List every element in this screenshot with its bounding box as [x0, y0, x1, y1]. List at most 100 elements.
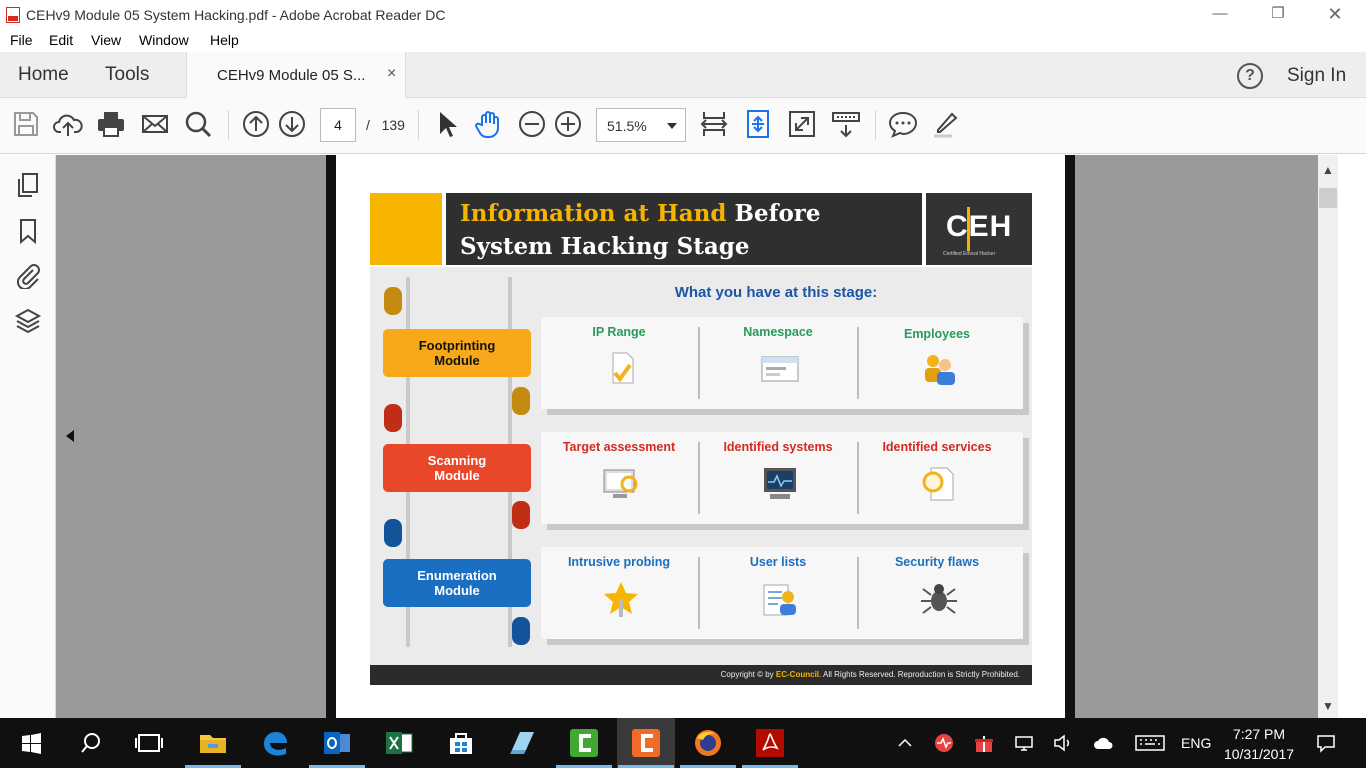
- app-icon[interactable]: [506, 726, 540, 760]
- module-footprinting: Footprinting Module: [383, 329, 531, 377]
- info-cell: IP Range: [541, 317, 697, 409]
- pdf-page: Information at Hand Before System Hackin…: [326, 155, 1075, 718]
- vertical-scrollbar[interactable]: ▲ ▼: [1318, 155, 1366, 718]
- language-indicator[interactable]: ENG: [1181, 735, 1211, 751]
- employees-icon: [919, 349, 959, 389]
- zoom-out-icon[interactable]: [516, 108, 548, 140]
- previous-page-icon[interactable]: [240, 108, 272, 140]
- restore-button[interactable]: ❐: [1255, 0, 1301, 30]
- bookmarks-icon[interactable]: [14, 217, 42, 245]
- camtasia-orange-icon[interactable]: [629, 726, 663, 760]
- comment-icon[interactable]: [887, 108, 919, 140]
- header-yellow-block: [370, 193, 442, 265]
- windows-taskbar: ENG 7:27 PM 10/31/2017: [0, 718, 1366, 768]
- page-number-input[interactable]: 4: [320, 108, 356, 142]
- task-view-icon[interactable]: [132, 726, 166, 760]
- sign-in-link[interactable]: Sign In: [1287, 65, 1346, 87]
- clock-date: 10/31/2017: [1223, 746, 1295, 762]
- store-icon[interactable]: [444, 726, 478, 760]
- heartbeat-app-icon[interactable]: [933, 732, 955, 754]
- scroll-mode-icon[interactable]: [742, 108, 774, 140]
- collapse-left-panel-icon[interactable]: [66, 430, 74, 442]
- edge-browser-icon[interactable]: [258, 726, 292, 760]
- save-icon[interactable]: [10, 108, 42, 140]
- page-fit-icon[interactable]: [698, 108, 730, 140]
- acrobat-reader-icon[interactable]: [753, 726, 787, 760]
- tab-home[interactable]: Home: [18, 64, 69, 86]
- file-explorer-icon[interactable]: [196, 726, 230, 760]
- print-icon[interactable]: [95, 108, 127, 140]
- info-cell: Identified systems: [700, 432, 856, 524]
- menu-view[interactable]: View: [91, 32, 121, 48]
- menu-file[interactable]: File: [10, 32, 33, 48]
- info-cell: User lists: [700, 547, 856, 639]
- keyboard-icon[interactable]: [1135, 732, 1165, 754]
- window-title: CEHv9 Module 05 System Hacking.pdf - Ado…: [26, 7, 446, 23]
- select-cursor-icon[interactable]: [430, 108, 462, 140]
- zoom-dropdown[interactable]: 51.5%: [596, 108, 686, 142]
- pdf-file-icon: [6, 7, 20, 23]
- page-total: / 139: [366, 117, 405, 133]
- slide-header: Information at Hand Before System Hackin…: [370, 189, 1032, 267]
- close-tab-icon[interactable]: ×: [387, 65, 396, 83]
- menu-help[interactable]: Help: [210, 32, 239, 48]
- zoom-value: 51.5%: [607, 118, 647, 134]
- info-cell: Target assessment: [541, 432, 697, 524]
- tab-bar: Home Tools CEHv9 Module 05 S... ×: [0, 52, 1366, 98]
- tab-tools[interactable]: Tools: [105, 64, 149, 86]
- slide-title-line1: Information at Hand Before: [460, 200, 821, 227]
- clock[interactable]: 7:27 PM 10/31/2017: [1218, 724, 1300, 764]
- close-button[interactable]: ✕: [1312, 0, 1358, 30]
- scroll-down-icon[interactable]: ▼: [1322, 699, 1334, 713]
- hand-tool-icon[interactable]: [473, 108, 505, 140]
- outlook-icon[interactable]: [320, 726, 354, 760]
- slide: Information at Hand Before System Hackin…: [370, 189, 1032, 685]
- menu-window[interactable]: Window: [139, 32, 189, 48]
- slide-subtitle: What you have at this stage:: [674, 284, 878, 301]
- email-icon[interactable]: [139, 108, 171, 140]
- tab-document[interactable]: CEHv9 Module 05 S... ×: [186, 52, 406, 98]
- minimize-button[interactable]: —: [1197, 0, 1243, 30]
- volume-icon[interactable]: [1052, 732, 1074, 754]
- camtasia-green-icon[interactable]: [567, 726, 601, 760]
- cloud-upload-icon[interactable]: [52, 108, 84, 140]
- start-windows-icon[interactable]: [14, 726, 48, 760]
- menu-bar: File Edit View Window Help: [0, 30, 1366, 52]
- info-cell: Security flaws: [859, 547, 1015, 639]
- search-icon[interactable]: [74, 726, 108, 760]
- copyright-bar: Copyright © by EC-Council. All Rights Re…: [370, 665, 1032, 685]
- web-window-icon: [760, 349, 800, 389]
- menu-edit[interactable]: Edit: [49, 32, 73, 48]
- scroll-up-icon[interactable]: ▲: [1322, 163, 1334, 177]
- network-icon[interactable]: [1013, 732, 1035, 754]
- help-icon[interactable]: ?: [1237, 63, 1263, 89]
- read-mode-icon[interactable]: [830, 108, 862, 140]
- next-page-icon[interactable]: [276, 108, 308, 140]
- document-check-icon: [601, 349, 641, 389]
- highlight-pen-icon[interactable]: [930, 108, 962, 140]
- title-bar: CEHv9 Module 05 System Hacking.pdf - Ado…: [0, 0, 1366, 30]
- info-cell: Identified services: [859, 432, 1015, 524]
- ceh-logo: CEH Certified Ethical Hacker: [926, 193, 1032, 265]
- info-row-scanning: Target assessment Identified systems Ide…: [541, 432, 1023, 524]
- module-scanning: Scanning Module: [383, 444, 531, 492]
- layers-icon[interactable]: [14, 307, 42, 335]
- clock-time: 7:27 PM: [1232, 726, 1286, 742]
- excel-icon[interactable]: [382, 726, 416, 760]
- star-probe-icon: [601, 579, 641, 619]
- fullscreen-icon[interactable]: [786, 108, 818, 140]
- attachments-icon[interactable]: [14, 261, 42, 291]
- header-title-block: Information at Hand Before System Hackin…: [446, 193, 922, 265]
- page-thumbnails-icon[interactable]: [14, 171, 42, 199]
- scroll-thumb[interactable]: [1319, 188, 1337, 208]
- chevron-up-icon[interactable]: [894, 732, 916, 754]
- search-icon[interactable]: [182, 108, 214, 140]
- zoom-in-icon[interactable]: [552, 108, 584, 140]
- cloud-sync-icon[interactable]: [1092, 732, 1114, 754]
- gift-app-icon[interactable]: [973, 732, 995, 754]
- slide-title-line2: System Hacking Stage: [460, 233, 750, 260]
- notification-icon[interactable]: [1315, 732, 1337, 754]
- module-enumeration: Enumeration Module: [383, 559, 531, 607]
- firefox-icon[interactable]: [691, 726, 725, 760]
- user-list-icon: [760, 579, 800, 619]
